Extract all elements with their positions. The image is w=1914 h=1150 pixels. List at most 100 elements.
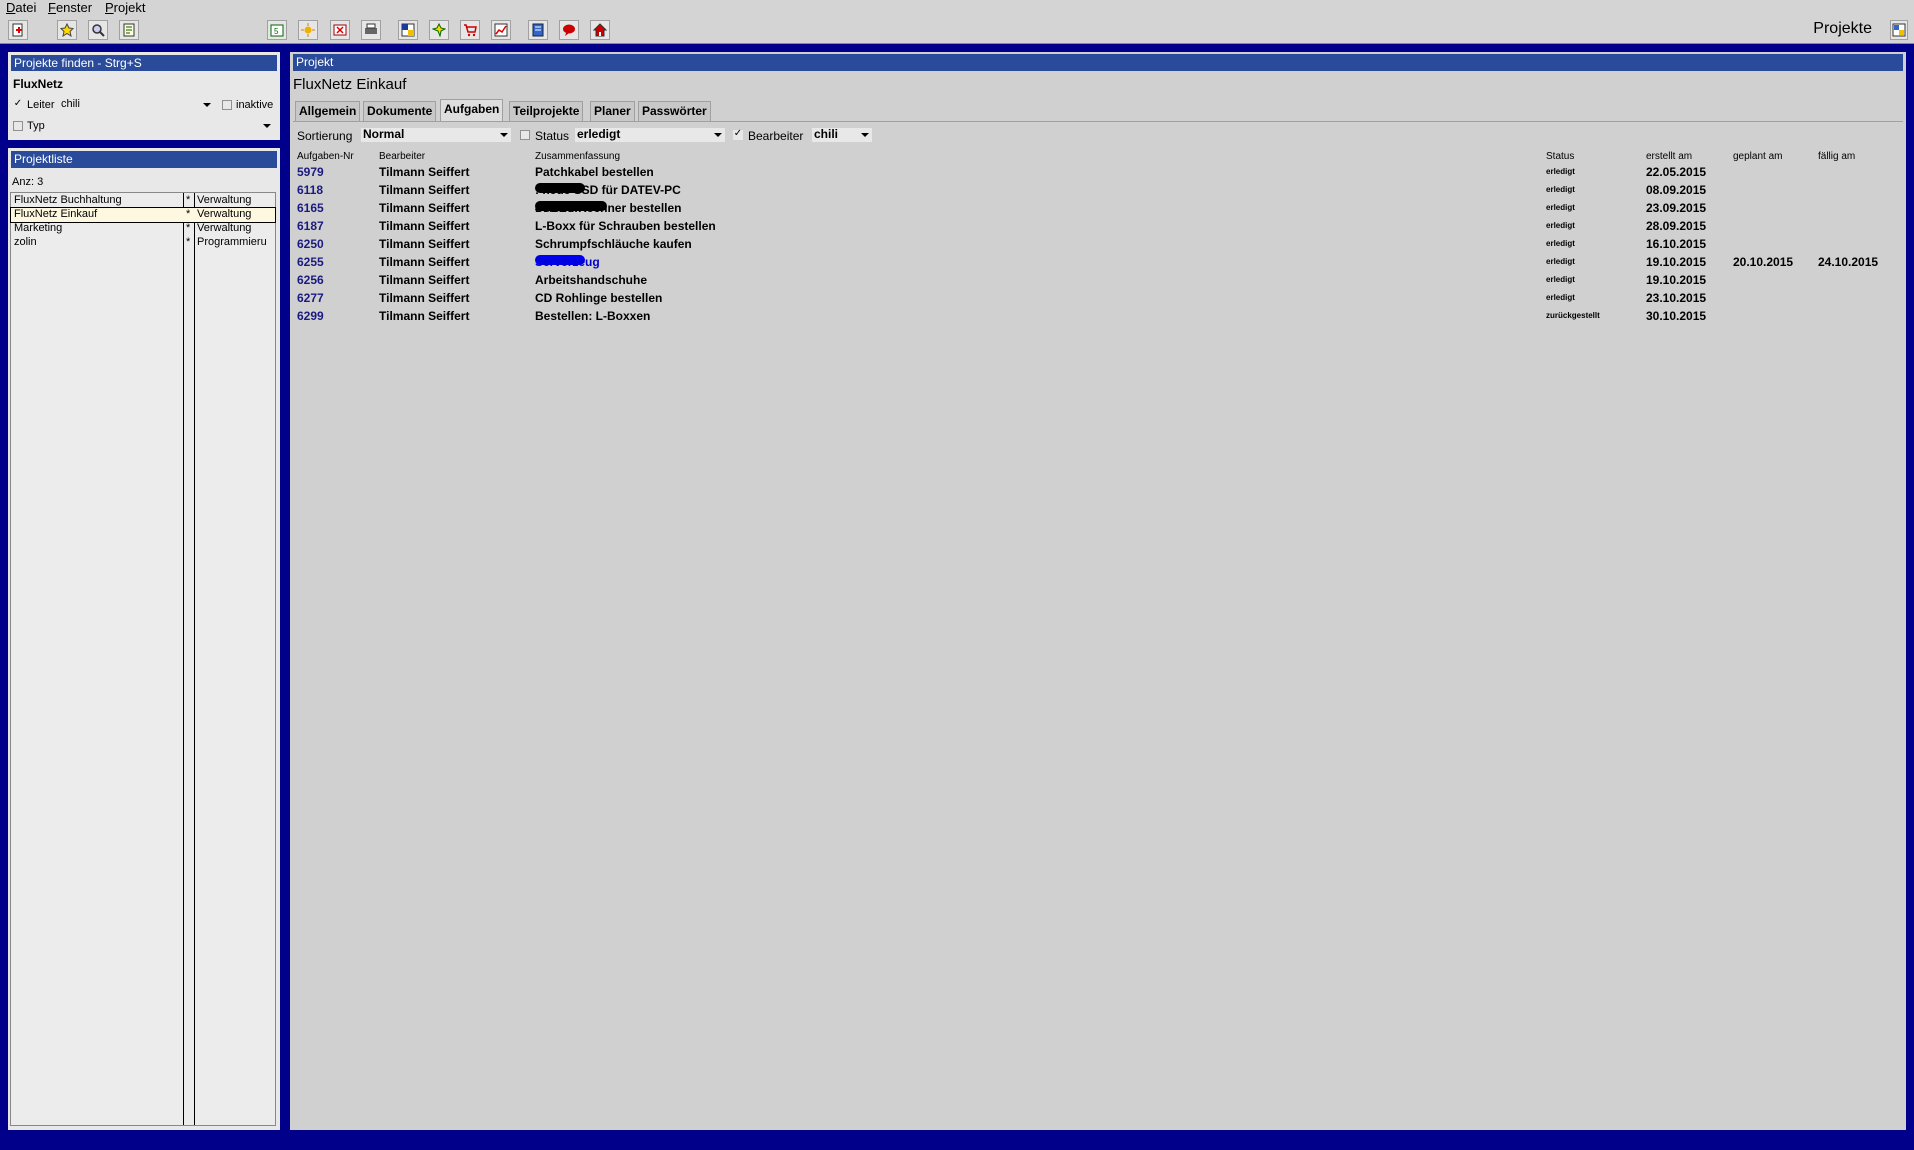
col-header-erstellt[interactable]: erstellt am <box>1646 151 1692 162</box>
task-row[interactable]: 6118 Tilmann Seiffert : neue SSD für DAT… <box>0 183 1900 201</box>
printer-icon[interactable] <box>361 20 381 40</box>
task-status: erledigt <box>1546 293 1575 302</box>
status-checkbox[interactable] <box>520 130 530 140</box>
project-panel-title: Projekt <box>293 54 1903 71</box>
chevron-down-icon <box>714 133 722 137</box>
chart-icon[interactable] <box>491 20 511 40</box>
task-summary: DATEV Rechner bestellen <box>535 201 682 215</box>
col-header-status[interactable]: Status <box>1546 151 1574 162</box>
project-name-heading: FluxNetz Einkauf <box>293 76 407 93</box>
menu-projekt[interactable]: Projekt <box>105 0 145 15</box>
task-nr[interactable]: 6250 <box>297 237 324 251</box>
task-bearbeiter: Tilmann Seiffert <box>379 219 470 233</box>
sun-icon[interactable] <box>298 20 318 40</box>
task-erstellt: 28.09.2015 <box>1646 219 1707 233</box>
task-row[interactable]: 5979 Tilmann Seiffert Patchkabel bestell… <box>0 165 1900 183</box>
task-erstellt: 16.10.2015 <box>1646 237 1707 251</box>
search-panel-title: Projekte finden - Strg+S <box>11 55 277 71</box>
task-erstellt: 22.05.2015 <box>1646 165 1707 179</box>
task-bearbeiter: Tilmann Seiffert <box>379 237 470 251</box>
tab-dokumente[interactable]: Dokumente <box>363 101 437 121</box>
cart-icon[interactable] <box>460 20 480 40</box>
status-select[interactable]: erledigt <box>575 128 725 142</box>
bearbeiter-checkbox[interactable]: ✓ <box>733 129 743 140</box>
task-status: erledigt <box>1546 275 1575 284</box>
tab-planer[interactable]: Planer <box>590 101 635 121</box>
palette-icon[interactable] <box>1890 20 1908 40</box>
task-summary: Arbeitshandschuhe <box>535 273 648 287</box>
inaktive-label: inaktive <box>236 99 274 111</box>
star-icon[interactable] <box>57 20 77 40</box>
task-status: zurückgestellt <box>1546 311 1600 320</box>
task-status: erledigt <box>1546 239 1575 248</box>
bearbeiter-label: Bearbeiter <box>748 129 804 143</box>
task-nr[interactable]: 6277 <box>297 291 324 305</box>
home-icon[interactable] <box>590 20 610 40</box>
tab-allgemein[interactable]: Allgemein <box>295 101 361 121</box>
notes-icon[interactable] <box>119 20 139 40</box>
book-icon[interactable] <box>528 20 548 40</box>
task-summary[interactable]: Serverzeug <box>535 255 600 269</box>
task-bearbeiter: Tilmann Seiffert <box>379 309 470 323</box>
task-nr[interactable]: 6118 <box>297 183 323 197</box>
task-row[interactable]: 6250 Tilmann Seiffert Schrumpfschläuche … <box>0 237 1900 255</box>
task-nr[interactable]: 6255 <box>297 255 324 269</box>
col-header-summary[interactable]: Zusammenfassung <box>535 151 620 162</box>
task-row[interactable]: 6277 Tilmann Seiffert CD Rohlinge bestel… <box>0 291 1900 309</box>
menu-datei[interactable]: Datei <box>6 0 36 15</box>
col-header-nr[interactable]: Aufgaben-Nr <box>297 151 354 162</box>
leiter-checkbox[interactable]: ✓ <box>13 99 23 110</box>
task-row[interactable]: 6299 Tilmann Seiffert Bestellen: L-Boxxe… <box>0 309 1900 327</box>
task-bearbeiter: Tilmann Seiffert <box>379 165 470 179</box>
task-bearbeiter: Tilmann Seiffert <box>379 273 470 287</box>
col-header-bearbeiter[interactable]: Bearbeiter <box>379 151 425 162</box>
task-status: erledigt <box>1546 203 1575 212</box>
status-select-value: erledigt <box>577 127 621 141</box>
menu-bar: Datei Fenster Projekt <box>0 0 1914 17</box>
task-row[interactable]: 6255 Tilmann Seiffert Serverzeug erledig… <box>0 255 1900 273</box>
task-erstellt: 19.10.2015 <box>1646 255 1707 269</box>
typ-label: Typ <box>27 120 45 132</box>
col-header-geplant[interactable]: geplant am <box>1733 151 1782 162</box>
task-summary: CD Rohlinge bestellen <box>535 291 663 305</box>
inaktive-checkbox[interactable] <box>222 100 232 110</box>
sort-select-value: Normal <box>363 127 405 141</box>
task-nr[interactable]: 6299 <box>297 309 324 323</box>
sort-select[interactable]: Normal <box>361 128 511 142</box>
task-row[interactable]: 6256 Tilmann Seiffert Arbeitshandschuhe … <box>0 273 1900 291</box>
task-summary: Patchkabel bestellen <box>535 165 654 179</box>
new-project-icon[interactable] <box>8 20 28 40</box>
search-icon[interactable] <box>88 20 108 40</box>
menu-fenster[interactable]: Fenster <box>48 0 92 15</box>
task-bearbeiter: Tilmann Seiffert <box>379 201 470 215</box>
tab-teilprojekte[interactable]: Teilprojekte <box>509 101 584 121</box>
tab-aufgaben[interactable]: Aufgaben <box>440 99 504 121</box>
leiter-label: Leiter <box>27 99 55 111</box>
task-nr[interactable]: 6256 <box>297 273 324 287</box>
calendar-icon[interactable]: 5 <box>267 20 287 40</box>
chevron-down-icon <box>861 133 869 137</box>
module-title: Projekte <box>1813 20 1872 37</box>
col-header-faellig[interactable]: fällig am <box>1818 151 1855 162</box>
task-row[interactable]: 6187 Tilmann Seiffert L-Boxx für Schraub… <box>0 219 1900 237</box>
task-status: erledigt <box>1546 257 1575 266</box>
column-divider <box>194 193 195 1125</box>
search-query-field[interactable]: FluxNetz <box>11 77 277 92</box>
task-nr[interactable]: 5979 <box>297 165 324 179</box>
speech-icon[interactable] <box>559 20 579 40</box>
task-erstellt: 23.10.2015 <box>1646 291 1707 305</box>
leiter-select[interactable]: chili <box>59 98 214 112</box>
tab-passwoerter[interactable]: Passwörter <box>638 101 711 121</box>
wizard-icon[interactable] <box>429 20 449 40</box>
cancel-icon[interactable] <box>330 20 350 40</box>
task-erstellt: 23.09.2015 <box>1646 201 1707 215</box>
task-nr[interactable]: 6187 <box>297 219 324 233</box>
task-row[interactable]: 6165 Tilmann Seiffert 4GB für DATEV Rech… <box>0 201 1900 219</box>
svg-text:5: 5 <box>274 27 279 36</box>
typ-select[interactable] <box>59 119 274 133</box>
typ-checkbox[interactable] <box>13 121 23 131</box>
window-icon[interactable] <box>398 20 418 40</box>
task-nr[interactable]: 6165 <box>297 201 324 215</box>
bearbeiter-select[interactable]: chili <box>812 128 872 142</box>
sort-label: Sortierung <box>297 129 353 143</box>
